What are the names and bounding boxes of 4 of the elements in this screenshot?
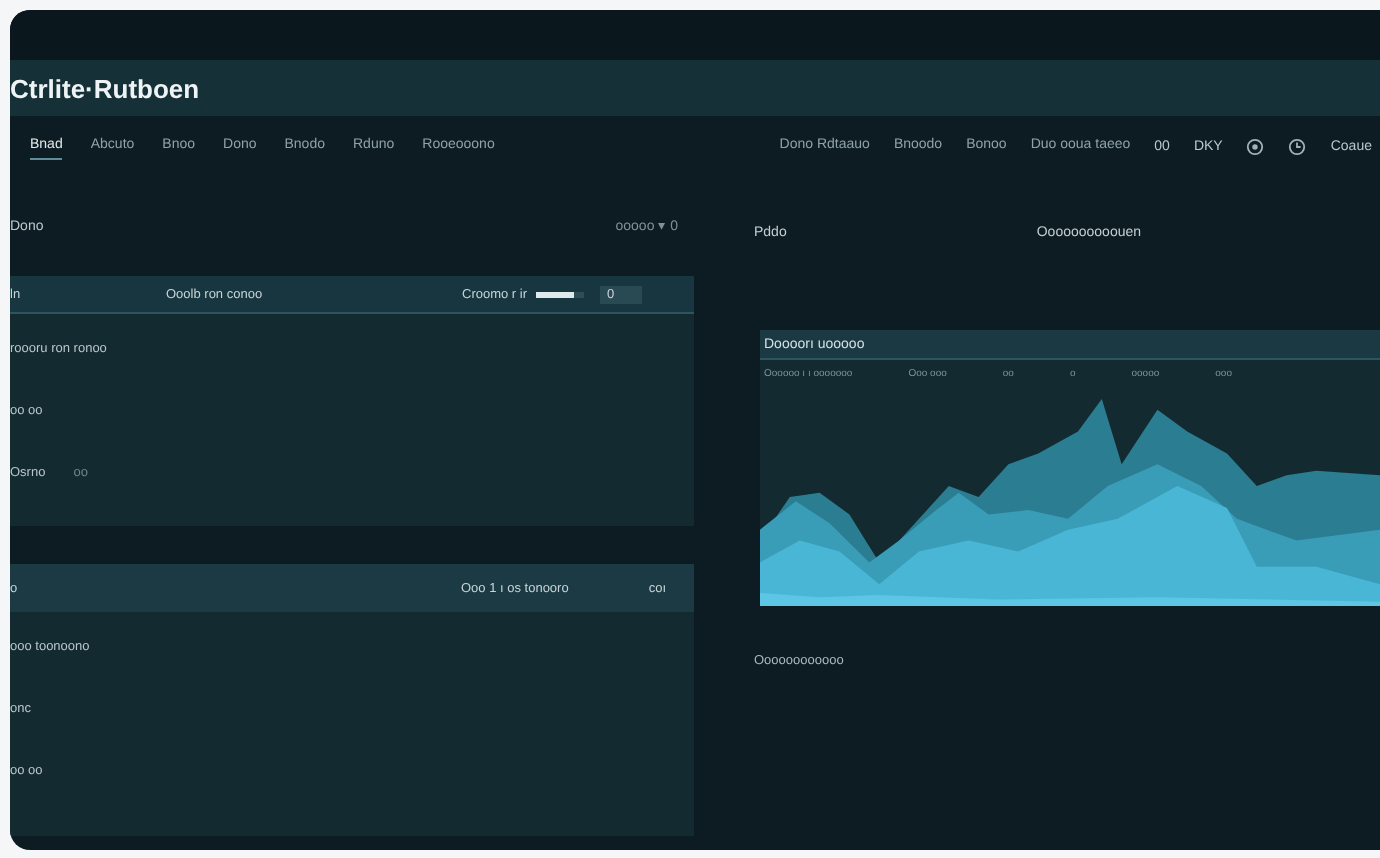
- clock-icon[interactable]: [1288, 137, 1307, 155]
- slider[interactable]: [535, 291, 584, 297]
- target-icon[interactable]: [1246, 137, 1265, 155]
- app-title: Ctrlite·Rutboen: [10, 73, 200, 103]
